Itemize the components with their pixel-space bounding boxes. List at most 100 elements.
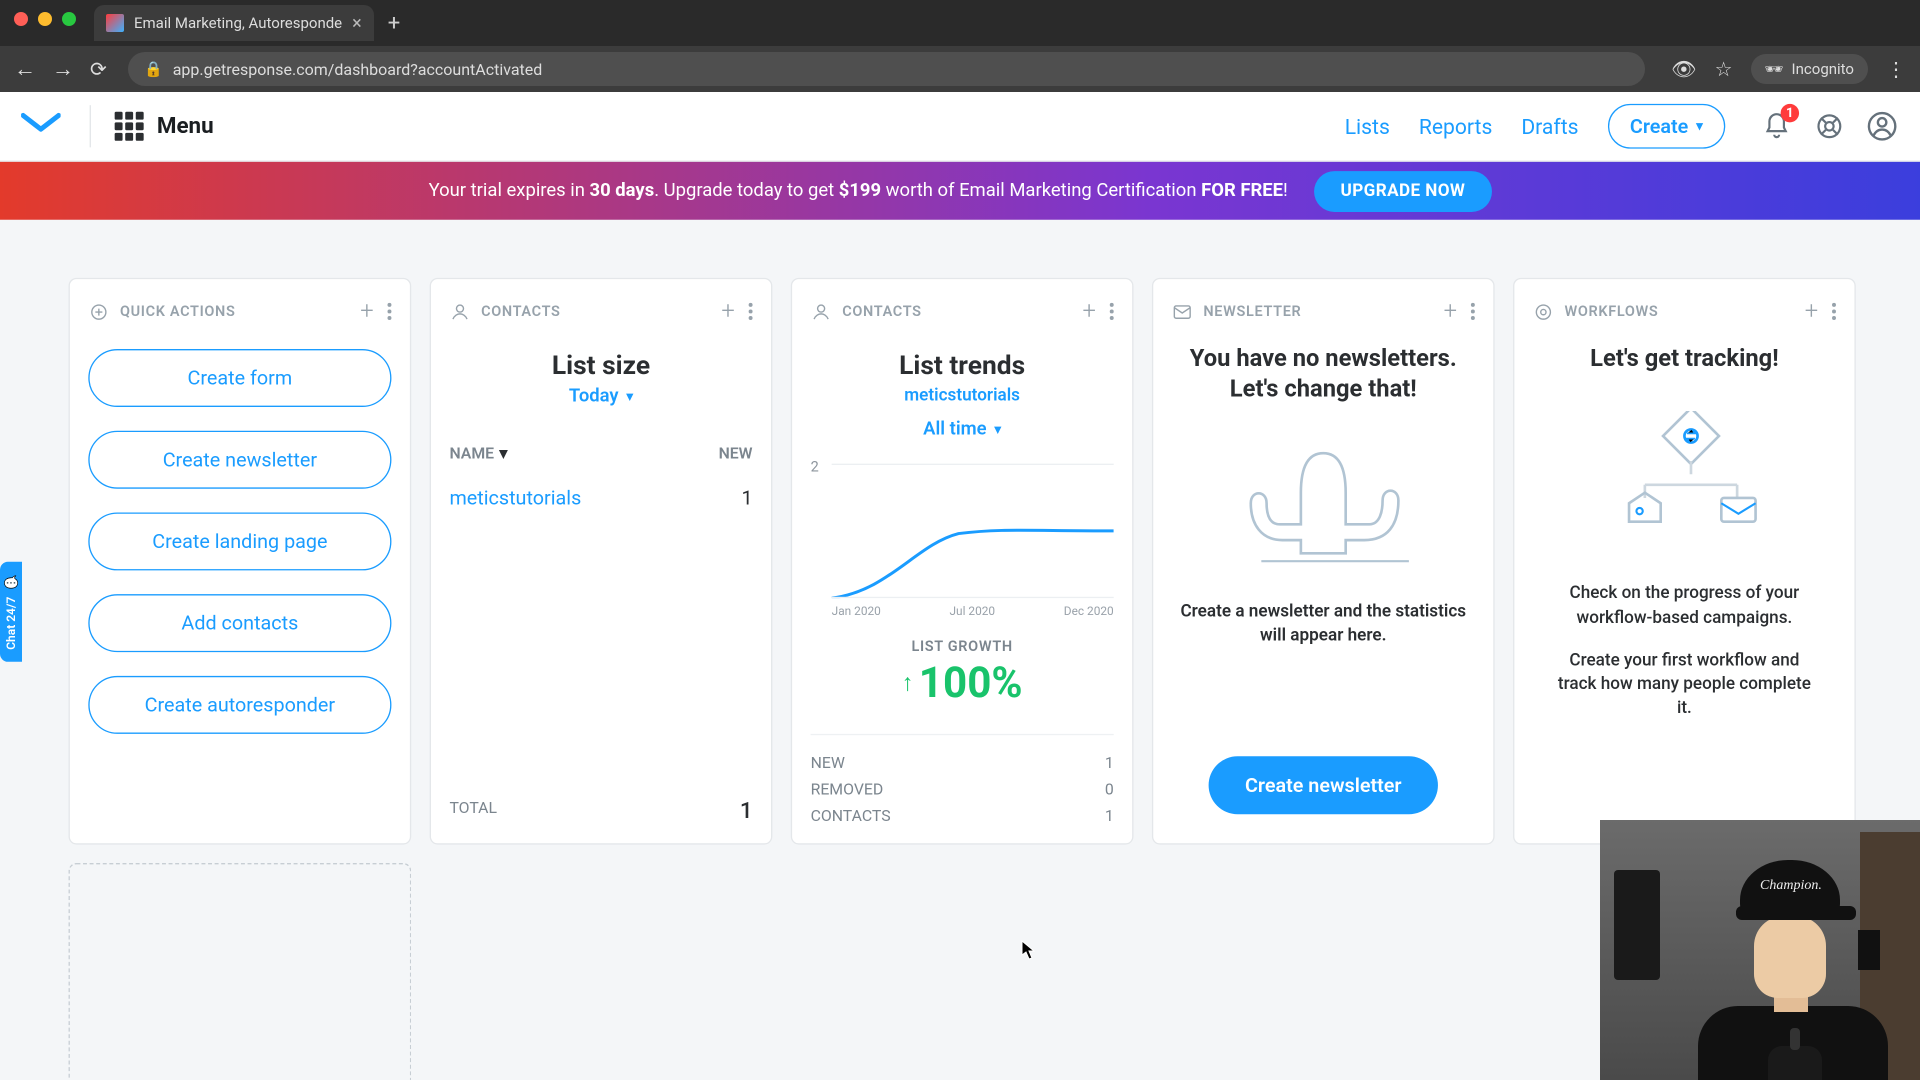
- trend-chart: 2 Jan 2020 Jul 2020 Dec 2020: [811, 458, 1114, 616]
- mac-fullscreen-icon[interactable]: [62, 12, 76, 26]
- new-tab-button[interactable]: +: [388, 11, 400, 36]
- list-trends-title: List trends: [811, 349, 1114, 381]
- add-widget-icon[interactable]: +: [1444, 298, 1458, 326]
- y-axis-label: 2: [811, 458, 819, 475]
- add-widget-icon[interactable]: +: [721, 298, 735, 326]
- list-trends-card: CONTACTS + List trends meticstutorials A…: [791, 278, 1134, 845]
- create-autoresponder-button[interactable]: Create autoresponder: [88, 676, 391, 734]
- apps-grid-icon[interactable]: [115, 112, 144, 141]
- card-menu-icon[interactable]: [387, 303, 391, 320]
- list-size-card: CONTACTS + List size Today▾ NAME▾ NEW me…: [430, 278, 773, 845]
- card-menu-icon[interactable]: [1471, 303, 1475, 320]
- create-label: Create: [1630, 114, 1688, 138]
- add-contacts-button[interactable]: Add contacts: [88, 594, 391, 652]
- contact-icon: [449, 301, 470, 322]
- trial-banner: Your trial expires in 30 days. Upgrade t…: [0, 162, 1920, 220]
- workflows-card: WORKFLOWS + Let's get tracking!: [1513, 278, 1856, 845]
- stat-contacts: CONTACTS1: [811, 806, 1114, 824]
- privacy-icon[interactable]: 👁: [1671, 57, 1696, 81]
- close-icon[interactable]: ×: [352, 13, 362, 34]
- col-new: NEW: [690, 444, 752, 462]
- contact-icon: [811, 301, 832, 322]
- chat-icon: 💬: [4, 574, 18, 589]
- quick-actions-card: QUICK ACTIONS + Create form Create newsl…: [69, 278, 412, 845]
- browser-menu-icon[interactable]: ⋮: [1886, 57, 1906, 81]
- add-widget-icon[interactable]: +: [1805, 298, 1819, 326]
- browser-urlbar: ← → ⟳ 🔒 app.getresponse.com/dashboard?ac…: [0, 46, 1920, 92]
- stat-new: NEW1: [811, 754, 1114, 772]
- list-name-link[interactable]: meticstutorials: [449, 462, 690, 509]
- workflows-heading: Let's get tracking!: [1533, 344, 1836, 375]
- browser-tabbar: Email Marketing, Autoresponde × +: [0, 0, 1920, 46]
- list-name-link[interactable]: meticstutorials: [811, 386, 1114, 406]
- newsletter-card: NEWSLETTER + You have no newsletters. Le…: [1152, 278, 1495, 845]
- table-row: meticstutorials 1: [449, 462, 752, 509]
- notification-badge: 1: [1781, 104, 1799, 122]
- incognito-label: Incognito: [1792, 60, 1854, 78]
- app-logo[interactable]: [21, 110, 61, 142]
- create-form-button[interactable]: Create form: [88, 349, 391, 407]
- cactus-illustration: [1172, 437, 1475, 564]
- nav-drafts[interactable]: Drafts: [1521, 114, 1578, 139]
- menu-label[interactable]: Menu: [157, 113, 214, 139]
- growth-label: LIST GROWTH: [811, 638, 1114, 655]
- account-button[interactable]: [1865, 109, 1899, 143]
- help-button[interactable]: [1812, 109, 1846, 143]
- tab-title: Email Marketing, Autoresponde: [134, 14, 342, 32]
- cap-logo-text: Champion.: [1760, 878, 1822, 894]
- plus-circle-icon: [88, 301, 109, 322]
- tab-favicon: [106, 14, 124, 32]
- url-text: app.getresponse.com/dashboard?accountAct…: [173, 60, 543, 79]
- list-size-title: List size: [449, 349, 752, 381]
- card-title: CONTACTS: [842, 303, 921, 320]
- growth-value: ↑ 100%: [811, 657, 1114, 707]
- x-axis-labels: Jan 2020 Jul 2020 Dec 2020: [832, 606, 1114, 619]
- date-range-selector[interactable]: Today▾: [449, 386, 752, 407]
- nav-reports[interactable]: Reports: [1419, 114, 1492, 139]
- upgrade-button[interactable]: UPGRADE NOW: [1314, 170, 1492, 211]
- total-row: TOTAL 1: [449, 798, 752, 824]
- chat-tab[interactable]: Chat 24/7 💬: [0, 562, 22, 662]
- list-new-count: 1: [690, 462, 752, 509]
- app-topbar: Menu Lists Reports Drafts Create ▾ 1: [0, 92, 1920, 162]
- card-menu-icon[interactable]: [749, 303, 753, 320]
- create-button[interactable]: Create ▾: [1608, 104, 1726, 149]
- card-menu-icon[interactable]: [1832, 303, 1836, 320]
- create-newsletter-cta[interactable]: Create newsletter: [1208, 756, 1438, 814]
- list-size-table: NAME▾ NEW meticstutorials 1: [449, 444, 752, 510]
- empty-subtext: Create a newsletter and the statistics w…: [1172, 600, 1475, 648]
- empty-heading: You have no newsletters. Let's change th…: [1172, 344, 1475, 406]
- card-title: WORKFLOWS: [1564, 303, 1658, 320]
- nav-lists[interactable]: Lists: [1345, 114, 1390, 139]
- webcam-overlay: Champion.: [1600, 820, 1920, 1080]
- stat-removed: REMOVED0: [811, 780, 1114, 798]
- incognito-icon: 🕶: [1765, 60, 1784, 78]
- chevron-down-icon: ▾: [627, 389, 634, 403]
- notifications-button[interactable]: 1: [1760, 109, 1794, 143]
- forward-button[interactable]: →: [52, 56, 74, 82]
- col-name: NAME▾: [449, 444, 690, 462]
- create-landing-page-button[interactable]: Create landing page: [88, 512, 391, 570]
- add-widget-icon[interactable]: +: [360, 298, 374, 326]
- card-title: CONTACTS: [481, 303, 560, 320]
- incognito-indicator: 🕶 Incognito: [1751, 54, 1869, 84]
- add-widget-card[interactable]: Add new widget: [69, 863, 412, 1080]
- mac-close-icon[interactable]: [14, 12, 28, 26]
- card-menu-icon[interactable]: [1110, 303, 1114, 320]
- workflows-text1: Check on the progress of your workflow-b…: [1533, 583, 1836, 631]
- mac-minimize-icon[interactable]: [38, 12, 52, 26]
- workflow-illustration: [1533, 411, 1836, 530]
- browser-tab[interactable]: Email Marketing, Autoresponde ×: [94, 5, 374, 41]
- back-button[interactable]: ←: [14, 56, 36, 82]
- workflows-text2: Create your first workflow and track how…: [1533, 649, 1836, 721]
- arrow-up-icon: ↑: [902, 669, 914, 697]
- reload-button[interactable]: ⟳: [90, 57, 112, 81]
- bookmark-icon[interactable]: ☆: [1715, 57, 1733, 81]
- add-widget-icon[interactable]: +: [1083, 298, 1097, 326]
- chevron-down-icon: ▾: [1696, 119, 1703, 133]
- lock-icon: 🔒: [144, 60, 163, 78]
- create-newsletter-button[interactable]: Create newsletter: [88, 431, 391, 489]
- time-range-selector[interactable]: All time▾: [811, 419, 1114, 440]
- address-bar[interactable]: 🔒 app.getresponse.com/dashboard?accountA…: [128, 52, 1645, 86]
- mac-window-controls: [0, 0, 90, 12]
